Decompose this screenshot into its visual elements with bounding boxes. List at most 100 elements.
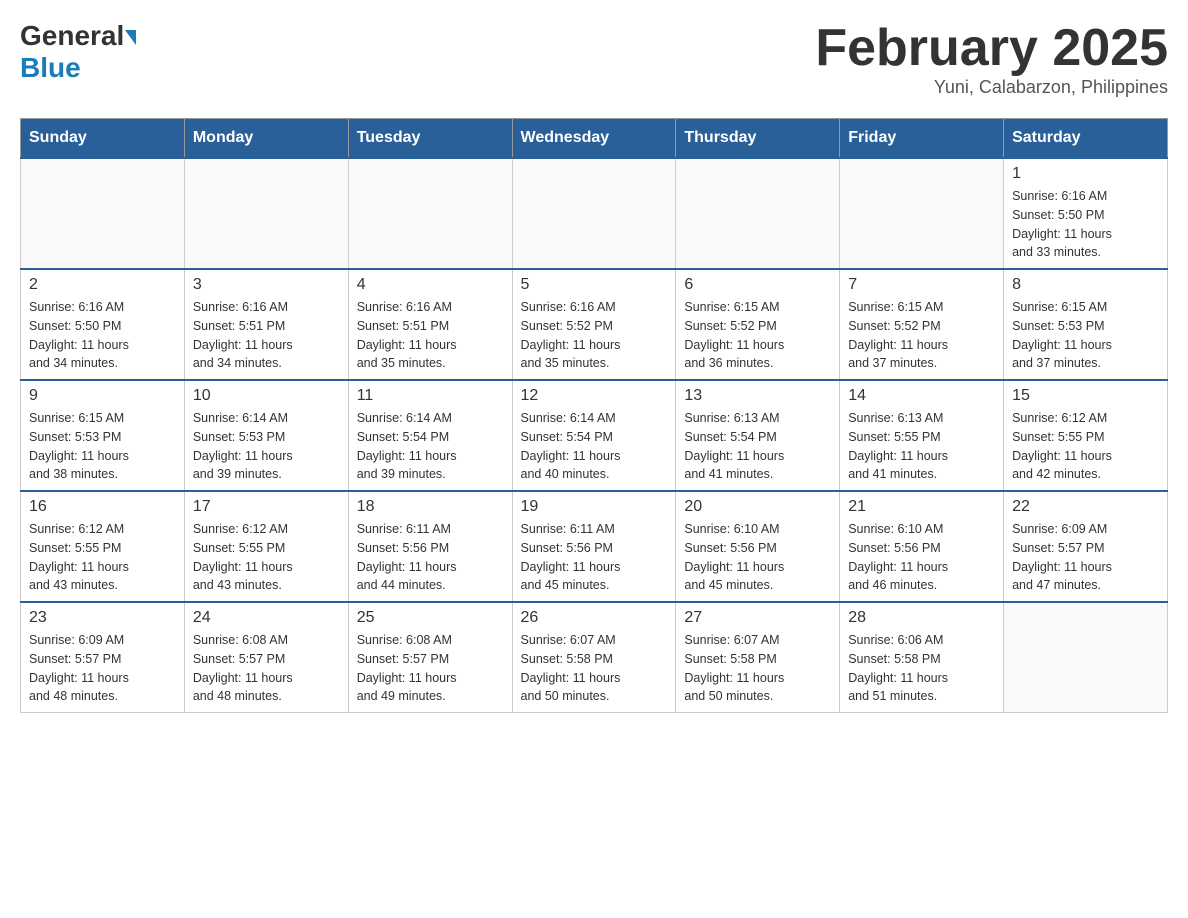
day-number-14: 14: [848, 387, 995, 405]
day-info-26: Sunrise: 6:07 AM Sunset: 5:58 PM Dayligh…: [521, 631, 668, 706]
day-number-2: 2: [29, 276, 176, 294]
day-info-21: Sunrise: 6:10 AM Sunset: 5:56 PM Dayligh…: [848, 520, 995, 595]
header-tuesday: Tuesday: [348, 119, 512, 159]
calendar-cell-w1-d7: 1 Sunrise: 6:16 AM Sunset: 5:50 PM Daylig…: [1004, 158, 1168, 269]
day-number-18: 18: [357, 498, 504, 516]
title-block: February 2025 Yuni, Calabarzon, Philippi…: [815, 20, 1168, 98]
calendar-cell-w1-d5: [676, 158, 840, 269]
header-sunday: Sunday: [21, 119, 185, 159]
day-info-17: Sunrise: 6:12 AM Sunset: 5:55 PM Dayligh…: [193, 520, 340, 595]
day-number-15: 15: [1012, 387, 1159, 405]
calendar-cell-w3-d4: 12 Sunrise: 6:14 AM Sunset: 5:54 PM Dayli…: [512, 380, 676, 491]
day-number-6: 6: [684, 276, 831, 294]
day-number-17: 17: [193, 498, 340, 516]
calendar-week-4: 16 Sunrise: 6:12 AM Sunset: 5:55 PM Dayli…: [21, 491, 1168, 602]
day-info-24: Sunrise: 6:08 AM Sunset: 5:57 PM Dayligh…: [193, 631, 340, 706]
day-info-14: Sunrise: 6:13 AM Sunset: 5:55 PM Dayligh…: [848, 409, 995, 484]
day-number-1: 1: [1012, 165, 1159, 183]
calendar-cell-w4-d6: 21 Sunrise: 6:10 AM Sunset: 5:56 PM Dayli…: [840, 491, 1004, 602]
day-info-16: Sunrise: 6:12 AM Sunset: 5:55 PM Dayligh…: [29, 520, 176, 595]
calendar-cell-w5-d6: 28Sunrise: 6:06 AM Sunset: 5:58 PM Dayli…: [840, 602, 1004, 713]
calendar-cell-w4-d3: 18Sunrise: 6:11 AM Sunset: 5:56 PM Dayli…: [348, 491, 512, 602]
day-info-2: Sunrise: 6:16 AM Sunset: 5:50 PM Dayligh…: [29, 298, 176, 373]
calendar-table: Sunday Monday Tuesday Wednesday Thursday…: [20, 118, 1168, 713]
day-number-20: 20: [684, 498, 831, 516]
day-info-27: Sunrise: 6:07 AM Sunset: 5:58 PM Dayligh…: [684, 631, 831, 706]
day-info-3: Sunrise: 6:16 AM Sunset: 5:51 PM Dayligh…: [193, 298, 340, 373]
calendar-cell-w3-d6: 14 Sunrise: 6:13 AM Sunset: 5:55 PM Dayli…: [840, 380, 1004, 491]
day-number-26: 26: [521, 609, 668, 627]
day-info-5: Sunrise: 6:16 AM Sunset: 5:52 PM Dayligh…: [521, 298, 668, 373]
day-info-19: Sunrise: 6:11 AM Sunset: 5:56 PM Dayligh…: [521, 520, 668, 595]
calendar-cell-w5-d7: [1004, 602, 1168, 713]
calendar-cell-w2-d2: 3 Sunrise: 6:16 AM Sunset: 5:51 PM Daylig…: [184, 269, 348, 380]
day-info-23: Sunrise: 6:09 AM Sunset: 5:57 PM Dayligh…: [29, 631, 176, 706]
page-header: General Blue February 2025 Yuni, Calabar…: [20, 20, 1168, 98]
day-number-3: 3: [193, 276, 340, 294]
calendar-week-3: 9 Sunrise: 6:15 AM Sunset: 5:53 PM Daylig…: [21, 380, 1168, 491]
calendar-cell-w5-d2: 24 Sunrise: 6:08 AM Sunset: 5:57 PM Dayli…: [184, 602, 348, 713]
day-number-24: 24: [193, 609, 340, 627]
calendar-cell-w3-d3: 11Sunrise: 6:14 AM Sunset: 5:54 PM Dayli…: [348, 380, 512, 491]
calendar-cell-w5-d3: 25 Sunrise: 6:08 AM Sunset: 5:57 PM Dayli…: [348, 602, 512, 713]
calendar-cell-w5-d5: 27 Sunrise: 6:07 AM Sunset: 5:58 PM Dayli…: [676, 602, 840, 713]
calendar-cell-w5-d1: 23 Sunrise: 6:09 AM Sunset: 5:57 PM Dayli…: [21, 602, 185, 713]
calendar-week-2: 2 Sunrise: 6:16 AM Sunset: 5:50 PM Daylig…: [21, 269, 1168, 380]
day-number-19: 19: [521, 498, 668, 516]
day-number-7: 7: [848, 276, 995, 294]
day-info-15: Sunrise: 6:12 AM Sunset: 5:55 PM Dayligh…: [1012, 409, 1159, 484]
calendar-cell-w4-d4: 19 Sunrise: 6:11 AM Sunset: 5:56 PM Dayli…: [512, 491, 676, 602]
day-info-10: Sunrise: 6:14 AM Sunset: 5:53 PM Dayligh…: [193, 409, 340, 484]
calendar-week-1: 1 Sunrise: 6:16 AM Sunset: 5:50 PM Daylig…: [21, 158, 1168, 269]
day-number-8: 8: [1012, 276, 1159, 294]
calendar-cell-w3-d7: 15 Sunrise: 6:12 AM Sunset: 5:55 PM Dayli…: [1004, 380, 1168, 491]
logo: General Blue: [20, 20, 136, 84]
calendar-cell-w3-d5: 13 Sunrise: 6:13 AM Sunset: 5:54 PM Dayli…: [676, 380, 840, 491]
calendar-cell-w1-d2: [184, 158, 348, 269]
header-wednesday: Wednesday: [512, 119, 676, 159]
day-number-11: 11: [357, 387, 504, 405]
day-number-12: 12: [521, 387, 668, 405]
calendar-cell-w2-d5: 6 Sunrise: 6:15 AM Sunset: 5:52 PM Daylig…: [676, 269, 840, 380]
day-info-6: Sunrise: 6:15 AM Sunset: 5:52 PM Dayligh…: [684, 298, 831, 373]
day-info-4: Sunrise: 6:16 AM Sunset: 5:51 PM Dayligh…: [357, 298, 504, 373]
day-number-25: 25: [357, 609, 504, 627]
page-subtitle: Yuni, Calabarzon, Philippines: [815, 77, 1168, 98]
header-friday: Friday: [840, 119, 1004, 159]
calendar-header-row: Sunday Monday Tuesday Wednesday Thursday…: [21, 119, 1168, 159]
day-info-8: Sunrise: 6:15 AM Sunset: 5:53 PM Dayligh…: [1012, 298, 1159, 373]
day-info-12: Sunrise: 6:14 AM Sunset: 5:54 PM Dayligh…: [521, 409, 668, 484]
day-number-23: 23: [29, 609, 176, 627]
logo-general-text: General: [20, 20, 124, 52]
calendar-cell-w4-d7: 22Sunrise: 6:09 AM Sunset: 5:57 PM Dayli…: [1004, 491, 1168, 602]
calendar-cell-w4-d5: 20 Sunrise: 6:10 AM Sunset: 5:56 PM Dayli…: [676, 491, 840, 602]
day-info-20: Sunrise: 6:10 AM Sunset: 5:56 PM Dayligh…: [684, 520, 831, 595]
calendar-week-5: 23 Sunrise: 6:09 AM Sunset: 5:57 PM Dayli…: [21, 602, 1168, 713]
day-number-10: 10: [193, 387, 340, 405]
calendar-cell-w4-d2: 17 Sunrise: 6:12 AM Sunset: 5:55 PM Dayli…: [184, 491, 348, 602]
logo-blue-text: Blue: [20, 52, 81, 83]
day-info-22: Sunrise: 6:09 AM Sunset: 5:57 PM Dayligh…: [1012, 520, 1159, 595]
day-number-16: 16: [29, 498, 176, 516]
day-info-25: Sunrise: 6:08 AM Sunset: 5:57 PM Dayligh…: [357, 631, 504, 706]
logo-arrow-icon: [125, 30, 136, 45]
calendar-cell-w2-d6: 7Sunrise: 6:15 AM Sunset: 5:52 PM Daylig…: [840, 269, 1004, 380]
calendar-cell-w2-d7: 8 Sunrise: 6:15 AM Sunset: 5:53 PM Daylig…: [1004, 269, 1168, 380]
header-monday: Monday: [184, 119, 348, 159]
day-number-4: 4: [357, 276, 504, 294]
day-number-21: 21: [848, 498, 995, 516]
day-number-13: 13: [684, 387, 831, 405]
page-title: February 2025: [815, 20, 1168, 77]
calendar-cell-w1-d1: [21, 158, 185, 269]
day-info-9: Sunrise: 6:15 AM Sunset: 5:53 PM Dayligh…: [29, 409, 176, 484]
day-info-1: Sunrise: 6:16 AM Sunset: 5:50 PM Dayligh…: [1012, 187, 1159, 262]
calendar-cell-w2-d4: 5Sunrise: 6:16 AM Sunset: 5:52 PM Daylig…: [512, 269, 676, 380]
day-number-28: 28: [848, 609, 995, 627]
calendar-cell-w5-d4: 26 Sunrise: 6:07 AM Sunset: 5:58 PM Dayli…: [512, 602, 676, 713]
day-info-13: Sunrise: 6:13 AM Sunset: 5:54 PM Dayligh…: [684, 409, 831, 484]
calendar-cell-w2-d3: 4 Sunrise: 6:16 AM Sunset: 5:51 PM Daylig…: [348, 269, 512, 380]
calendar-cell-w4-d1: 16 Sunrise: 6:12 AM Sunset: 5:55 PM Dayli…: [21, 491, 185, 602]
day-number-27: 27: [684, 609, 831, 627]
header-thursday: Thursday: [676, 119, 840, 159]
day-number-9: 9: [29, 387, 176, 405]
